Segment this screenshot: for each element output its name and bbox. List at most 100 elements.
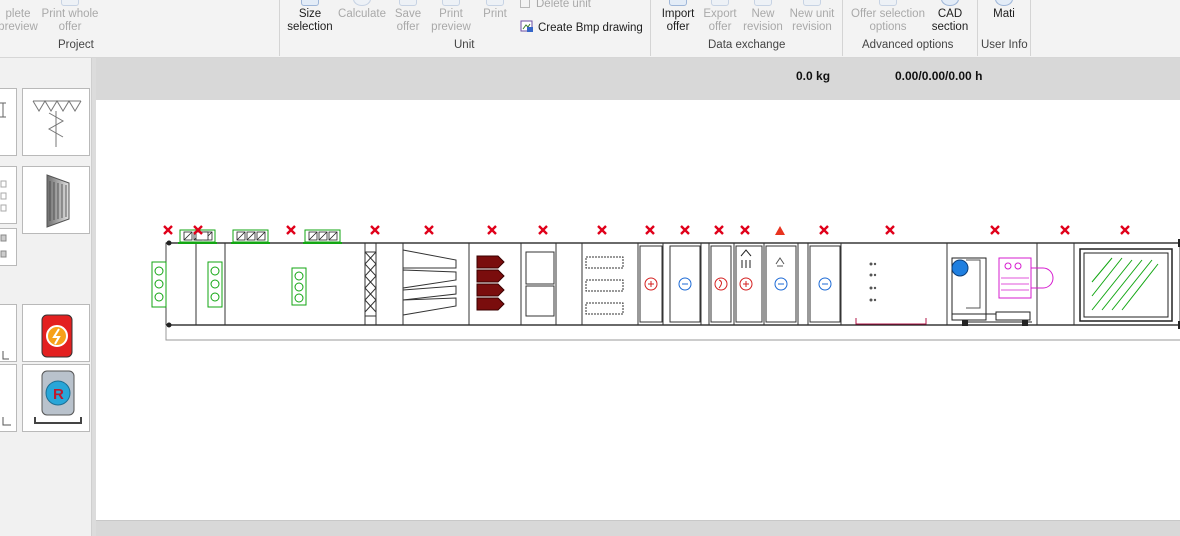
print-icon <box>486 0 504 6</box>
ribbon-separator <box>1030 0 1031 56</box>
print-whole-offer-button[interactable]: Print whole offer <box>38 0 102 34</box>
panel-filter <box>364 251 377 317</box>
recirculation-damper <box>291 267 307 306</box>
new-revision-button[interactable]: New revision <box>741 0 785 34</box>
options-icon <box>879 0 897 6</box>
mixing-damper <box>207 261 223 308</box>
user-info-group-label: User Info <box>981 39 1028 51</box>
heat-recovery-wheel-icon <box>46 174 70 228</box>
offer-selection-options-button[interactable]: Offer selection options <box>848 0 928 34</box>
cad-icon <box>941 0 959 6</box>
import-offer-label-1: Import <box>661 8 695 20</box>
cad-section-label-2: section <box>931 21 969 33</box>
print-preview-label-2: preview <box>431 21 471 33</box>
save-icon <box>399 0 417 6</box>
ribbon-toolbar: plete preview Print whole offer Project … <box>0 0 1180 58</box>
error-marker-icon[interactable] <box>1060 225 1070 235</box>
palette-tile[interactable] <box>0 364 17 432</box>
ribbon-separator <box>650 0 651 56</box>
delete-unit-button[interactable]: Delete unit <box>520 0 591 10</box>
size-selection-button[interactable]: Size selection <box>285 0 335 34</box>
application-window: plete preview Print whole offer Project … <box>0 0 1180 536</box>
new-unit-revision-button[interactable]: New unit revision <box>786 0 838 34</box>
error-marker-icon[interactable] <box>424 225 434 235</box>
size-selection-label-1: Size <box>298 8 322 20</box>
unit-base-frame <box>165 326 1180 341</box>
complete-preview-button[interactable]: plete preview <box>0 0 40 34</box>
error-marker-icon[interactable] <box>487 225 497 235</box>
palette-tile[interactable] <box>0 304 17 362</box>
ribbon-separator <box>977 0 978 56</box>
size-selection-label-2: selection <box>287 21 333 33</box>
print-preview-button[interactable]: Print preview <box>430 0 472 34</box>
offer-selection-options-label-2: options <box>869 21 907 33</box>
error-marker-icon[interactable] <box>740 225 750 235</box>
save-offer-button[interactable]: Save offer <box>391 0 425 34</box>
print-button[interactable]: Print <box>479 0 511 21</box>
error-marker-icon[interactable] <box>990 225 1000 235</box>
error-marker-icon[interactable] <box>163 225 173 235</box>
complete-preview-label-2: preview <box>0 21 38 33</box>
advanced-options-group-label: Advanced options <box>862 39 954 51</box>
save-offer-label-1: Save <box>394 8 422 20</box>
calculate-label: Calculate <box>338 8 386 20</box>
unit-group-label: Unit <box>454 39 475 51</box>
user-avatar-icon <box>995 0 1013 6</box>
new-unit-revision-label-2: revision <box>792 21 832 33</box>
print-whole-offer-label-2: offer <box>58 21 82 33</box>
print-whole-offer-label-1: Print whole <box>41 8 99 20</box>
silencer-boxes <box>525 251 555 317</box>
humidifier-nozzles <box>869 262 877 302</box>
new-unit-revision-label-1: New unit <box>789 8 835 20</box>
error-marker-icon[interactable] <box>714 225 724 235</box>
component-palette: R <box>0 58 92 536</box>
info-bar: 0.0 kg 0.00/0.00/0.00 h <box>96 58 1180 100</box>
coil-icon <box>0 180 7 212</box>
palette-tile[interactable] <box>22 88 90 156</box>
delete-icon <box>520 0 530 8</box>
warning-marker-icon[interactable] <box>775 226 785 235</box>
error-marker-icon[interactable] <box>645 225 655 235</box>
save-offer-label-2: offer <box>396 21 420 33</box>
import-offer-button[interactable]: Import offer <box>657 0 699 34</box>
corner-point <box>166 322 172 328</box>
error-marker-icon[interactable] <box>370 225 380 235</box>
heat-recovery-block <box>1079 248 1173 322</box>
error-marker-icon[interactable] <box>597 225 607 235</box>
user-name-label: Mati <box>993 8 1015 20</box>
error-marker-icon[interactable] <box>885 225 895 235</box>
palette-tile[interactable] <box>22 304 90 362</box>
palette-tile[interactable] <box>22 166 90 234</box>
export-icon <box>711 0 729 6</box>
print-label: Print <box>483 8 507 20</box>
new-revision-label-1: New <box>751 8 775 20</box>
sensor-icon <box>0 234 7 258</box>
calculate-button[interactable]: Calculate <box>336 0 388 21</box>
palette-tile[interactable]: R <box>22 364 90 432</box>
damper-group <box>151 229 342 308</box>
fan-motor-assembly <box>951 257 1054 326</box>
bmp-drawing-icon <box>520 20 533 32</box>
import-icon <box>669 0 687 6</box>
new-revision-icon <box>754 0 772 6</box>
palette-tile[interactable] <box>0 166 17 224</box>
error-marker-icon[interactable] <box>286 225 296 235</box>
unit-drawing-canvas[interactable] <box>96 100 1180 520</box>
bag-filter-red <box>476 255 505 311</box>
coil-sections <box>639 245 841 323</box>
error-marker-icon[interactable] <box>680 225 690 235</box>
status-strip <box>96 520 1180 536</box>
error-marker-icon[interactable] <box>819 225 829 235</box>
error-marker-icon[interactable] <box>538 225 548 235</box>
cad-section-button[interactable]: CAD section <box>928 0 972 34</box>
user-button[interactable]: Mati <box>986 0 1022 21</box>
complete-preview-label-1: plete <box>5 8 31 20</box>
fire-damper-icon <box>41 314 73 358</box>
palette-tile[interactable] <box>0 228 17 266</box>
error-marker-icon[interactable] <box>1120 225 1130 235</box>
export-offer-button[interactable]: Export offer <box>700 0 740 34</box>
palette-tile[interactable] <box>0 88 17 156</box>
create-bmp-drawing-button[interactable]: Create Bmp drawing <box>520 19 643 34</box>
data-exchange-group-label: Data exchange <box>708 39 786 51</box>
drain-pan <box>855 318 927 325</box>
